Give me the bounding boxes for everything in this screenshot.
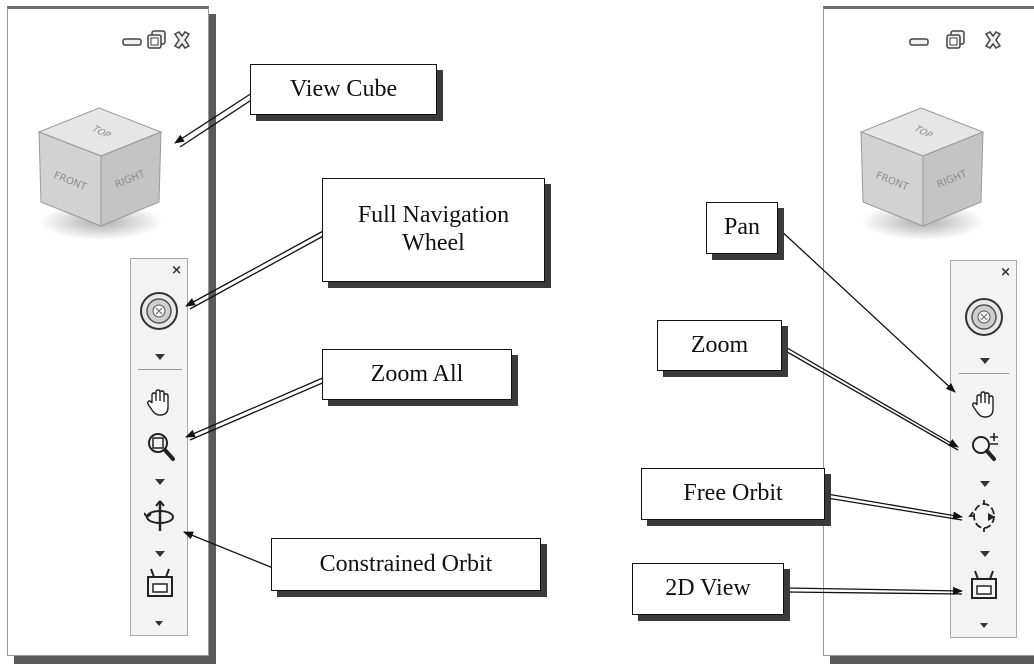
leader-view-cube bbox=[174, 92, 257, 148]
callout-2d-view: 2D View bbox=[632, 563, 784, 615]
callout-full-navigation-wheel: Full Navigation Wheel bbox=[322, 178, 545, 282]
callout-view-cube: View Cube bbox=[250, 64, 437, 115]
callout-zoom: Zoom bbox=[657, 320, 782, 371]
leader-constrained-orbit bbox=[183, 531, 274, 569]
leader-full-navigation-wheel bbox=[185, 229, 328, 310]
callout-free-orbit: Free Orbit bbox=[641, 468, 825, 520]
leader-free-orbit bbox=[826, 493, 963, 521]
leader-zoom-all bbox=[185, 376, 328, 441]
callout-pan: Pan bbox=[706, 202, 778, 254]
leader-zoom bbox=[781, 344, 959, 451]
leader-pan bbox=[777, 227, 956, 393]
callout-zoom-all: Zoom All bbox=[322, 349, 512, 400]
callout-constrained-orbit: Constrained Orbit bbox=[271, 538, 541, 591]
leader-2d-view bbox=[785, 586, 963, 595]
